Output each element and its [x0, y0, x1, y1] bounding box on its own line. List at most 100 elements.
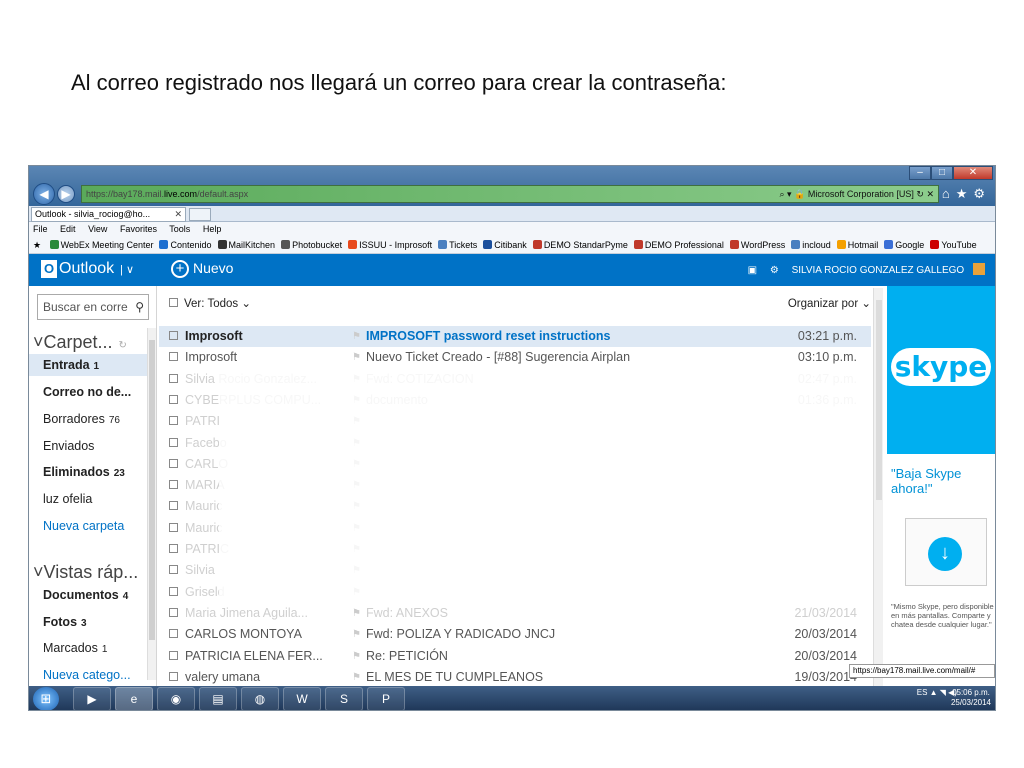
flag-icon[interactable]: ⚑ — [352, 326, 361, 347]
message-checkbox[interactable] — [169, 326, 184, 347]
home-icon[interactable]: ⌂ — [942, 186, 956, 201]
checkbox-box[interactable] — [169, 331, 178, 340]
checkbox-box[interactable] — [169, 565, 178, 575]
checkbox-box[interactable] — [169, 544, 178, 553]
menu-view[interactable]: View — [88, 224, 107, 234]
menu-edit[interactable]: Edit — [60, 224, 76, 234]
maximize-button[interactable]: □ — [931, 166, 953, 180]
chat-icon[interactable]: ▣ — [748, 265, 757, 276]
message-row[interactable]: valery umana ⚑ EL MES DE TU CUMPLEANOS 19/0… — [159, 667, 871, 688]
settings-icon[interactable]: ⚙ — [770, 265, 779, 276]
folder-eliminados[interactable]: Eliminados 23 — [43, 465, 125, 479]
checkbox-box[interactable] — [169, 650, 178, 660]
flag-icon[interactable]: ⚑ — [352, 646, 361, 667]
message-checkbox[interactable] — [169, 369, 184, 390]
message-checkbox[interactable] — [169, 347, 184, 368]
download-arrow-icon[interactable]: ↓ — [928, 537, 962, 571]
close-button[interactable]: ✕ — [953, 166, 993, 180]
message-row[interactable]: Improsoft ⚑ IMPROSOFT password reset instr… — [159, 326, 871, 347]
star-icon[interactable]: ★ — [956, 186, 974, 201]
outlook-logo[interactable]: O Outlook | ∨ — [41, 260, 134, 278]
flag-icon[interactable]: ⚑ — [352, 603, 361, 624]
checkbox-box[interactable] — [169, 586, 178, 596]
flag-icon[interactable]: ⚑ — [352, 667, 361, 688]
checkbox-box[interactable] — [169, 458, 178, 468]
checkbox-box[interactable] — [169, 394, 178, 404]
quick-fotos[interactable]: Fotos 3 — [43, 615, 87, 629]
message-row[interactable]: Maria Jimena Aguila... ⚑ Fwd: ANEXOS 21/03/… — [159, 603, 871, 624]
ad-banner[interactable]: skype — [887, 286, 995, 454]
skype-icon[interactable]: S — [325, 687, 363, 710]
message-checkbox[interactable] — [169, 603, 184, 624]
address-bar[interactable]: https://bay178.mail.live.com/default.asp… — [81, 185, 939, 203]
folder-enviados[interactable]: Enviados — [43, 439, 94, 453]
checkbox-box[interactable] — [169, 480, 178, 490]
message-checkbox[interactable] — [169, 646, 184, 667]
folder-correo-no-deseado[interactable]: Correo no de... — [43, 385, 131, 399]
forward-icon[interactable]: ▶ — [57, 185, 75, 203]
chevron-down-icon[interactable]: | ∨ — [120, 264, 134, 276]
message-row[interactable]: Improsoft ⚑ Nuevo Ticket Creado - [#88] Su… — [159, 347, 871, 368]
favorite-link[interactable]: WebEx Meeting Center — [49, 240, 153, 250]
favorite-link[interactable]: Hotmail — [836, 240, 878, 250]
favorite-link[interactable]: Google — [884, 240, 924, 250]
filter-dropdown[interactable]: Ver: Todos ⌄ — [169, 296, 251, 310]
left-scrollbar[interactable] — [147, 328, 156, 680]
folder-borradores[interactable]: Borradores 76 — [43, 412, 120, 426]
new-message-button[interactable]: + Nuevo — [171, 260, 233, 278]
refresh-icon[interactable]: ↻ — [916, 189, 924, 199]
message-checkbox[interactable] — [169, 411, 184, 432]
tab-close-icon[interactable]: ✕ — [174, 208, 182, 221]
clock[interactable]: 05:06 p.m. 25/03/2014 — [951, 688, 991, 708]
start-button[interactable]: ⊞ — [33, 687, 59, 710]
user-name[interactable]: SILVIA ROCIO GONZALEZ GALLEGO — [792, 265, 965, 276]
flag-icon[interactable]: ⚑ — [352, 347, 361, 368]
menu-help[interactable]: Help — [203, 224, 222, 234]
tab-outlook[interactable]: Outlook - silvia_rociog@ho... ✕ — [31, 207, 186, 222]
message-checkbox[interactable] — [169, 475, 184, 496]
message-checkbox[interactable] — [169, 667, 184, 688]
quick-marcados[interactable]: Marcados 1 — [43, 641, 107, 655]
flag-icon[interactable]: ⚑ — [352, 624, 361, 645]
checkbox-box[interactable] — [169, 501, 178, 511]
folder-entrada[interactable]: Entrada 1 — [43, 358, 99, 372]
checkbox-box[interactable] — [169, 373, 178, 383]
message-checkbox[interactable] — [169, 496, 184, 517]
folders-header[interactable]: ˅Carpet... ↻ — [33, 332, 127, 353]
scroll-thumb[interactable] — [876, 300, 882, 500]
checkbox-box[interactable] — [169, 671, 178, 681]
favorite-link[interactable]: Photobucket — [281, 240, 342, 250]
checkbox-box[interactable] — [169, 416, 178, 426]
back-icon[interactable]: ◀ — [33, 183, 55, 205]
favorite-link[interactable]: MailKitchen — [217, 240, 275, 250]
message-checkbox[interactable] — [169, 539, 184, 560]
message-checkbox[interactable] — [169, 560, 184, 581]
checkbox-box[interactable] — [169, 607, 178, 617]
scroll-thumb[interactable] — [149, 340, 155, 640]
favorite-link[interactable]: Tickets — [438, 240, 477, 250]
search-icon[interactable]: ⌕ ▾ — [780, 189, 792, 199]
folder-luz-ofelia[interactable]: luz ofelia — [43, 492, 92, 506]
select-all-checkbox[interactable] — [169, 298, 178, 307]
message-checkbox[interactable] — [169, 433, 184, 454]
file-explorer-icon[interactable]: ▤ — [199, 687, 237, 710]
ad-headline[interactable]: "Baja Skype ahora!" — [891, 466, 995, 496]
message-checkbox[interactable] — [169, 518, 184, 539]
new-folder-link[interactable]: Nueva carpeta — [43, 519, 124, 533]
message-checkbox[interactable] — [169, 454, 184, 475]
chrome-icon[interactable]: ◉ — [157, 687, 195, 710]
minimize-button[interactable]: – — [909, 166, 931, 180]
menu-file[interactable]: File — [33, 224, 48, 234]
stop-icon[interactable]: ✕ — [926, 189, 934, 199]
word-icon[interactable]: W — [283, 687, 321, 710]
menu-tools[interactable]: Tools — [169, 224, 190, 234]
firefox-icon[interactable]: ◍ — [241, 687, 279, 710]
language-indicator[interactable]: ES — [917, 688, 928, 697]
favorites-star-icon[interactable]: ★ — [33, 240, 41, 250]
checkbox-box[interactable] — [169, 522, 178, 532]
avatar[interactable] — [973, 263, 985, 275]
quick-views-header[interactable]: ˅Vistas ráp... — [33, 562, 138, 583]
certificate-label[interactable]: Microsoft Corporation [US] — [808, 189, 914, 199]
search-icon[interactable]: ⚲ — [135, 295, 144, 319]
favorite-link[interactable]: WordPress — [729, 240, 785, 250]
